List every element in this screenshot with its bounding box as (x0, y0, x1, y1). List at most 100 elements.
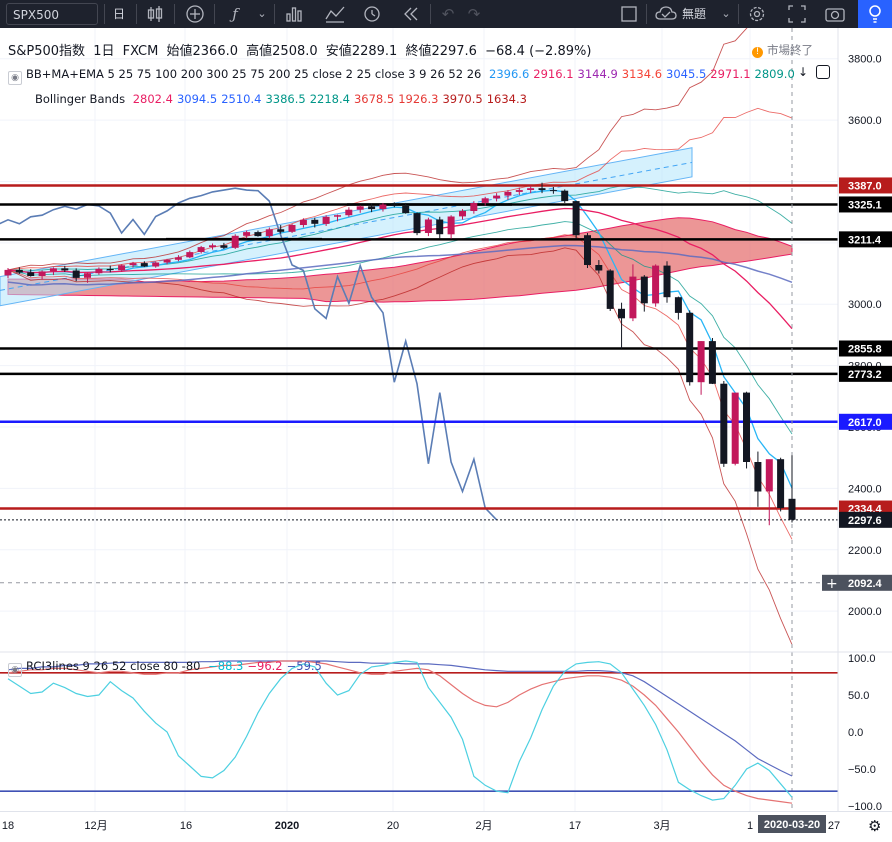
candle-body (595, 265, 603, 271)
time-tick-label: 12月 (84, 820, 107, 832)
rci-line-rci9 (7, 660, 793, 801)
candle-body (163, 259, 171, 263)
candle-body (288, 225, 296, 232)
candle-body (95, 268, 103, 274)
chevron-down-icon[interactable]: ⌄ (720, 2, 732, 26)
price-label: 3387.0 (848, 180, 882, 192)
time-tick-label: 20 (387, 820, 399, 832)
market-status: ! 市場終了 (752, 42, 817, 58)
candle-body (470, 203, 478, 211)
candle-body (4, 269, 12, 276)
eye-icon[interactable]: ◉ (8, 71, 22, 85)
legend-name: Bollinger Bands (35, 92, 126, 106)
time-tick-label: 27 (828, 820, 840, 832)
eye-icon[interactable]: ◉ (8, 663, 22, 677)
rci-tick-label: −100.0 (848, 801, 882, 811)
redo-icon[interactable]: ↷ (466, 2, 482, 26)
camera-icon[interactable] (824, 2, 846, 26)
time-tick-label: 17 (569, 820, 581, 832)
candle-body (652, 265, 660, 304)
candle-body (777, 459, 785, 508)
chevron-down-icon[interactable]: ⌄ (256, 2, 268, 26)
candle-body (209, 245, 216, 248)
candle-body (27, 272, 35, 276)
legend-rci: ◉ RCI3lines 9 26 52 close 80 -80 −88.3 −96… (8, 659, 330, 677)
candle-body (118, 265, 126, 271)
high-value: 2508.0 (272, 44, 318, 59)
maximize-icon[interactable] (816, 65, 830, 79)
time-axis[interactable]: 18 12月 16 2020 20 2月 17 3月 1 27 2020-03-20 ⚙ (0, 811, 892, 838)
alert-icon[interactable] (362, 2, 384, 26)
legend-value: −88.3 (208, 659, 244, 673)
layout-icon[interactable] (620, 2, 638, 26)
candle-body (197, 247, 205, 252)
legend-value: 3094.5 (176, 92, 218, 106)
collapse-icon[interactable]: ↓ (796, 65, 810, 79)
fx-icon[interactable]: ƒ (226, 2, 244, 26)
candle-body (584, 235, 591, 265)
candle-body (561, 190, 569, 202)
rci-line-rci26 (7, 660, 793, 804)
fullscreen-icon[interactable] (786, 2, 808, 26)
indicator-icon[interactable] (324, 2, 346, 26)
candles-icon[interactable] (146, 2, 164, 26)
price-label: 3211.4 (848, 234, 882, 246)
legend-value: 3134.6 (621, 67, 663, 81)
toolbar-separator (136, 4, 137, 24)
price-chart[interactable]: 3800.03600.03400.03200.03000.02800.02600… (0, 28, 892, 811)
symbol-search[interactable]: SPX500 (6, 3, 98, 25)
price-label: 2617.0 (848, 417, 882, 429)
candle-body (390, 204, 398, 206)
candle-body (49, 268, 57, 272)
candle-body (243, 232, 251, 236)
candle-body (538, 188, 546, 190)
candle-body (277, 229, 285, 232)
publish-icon[interactable] (858, 0, 892, 28)
legend-value: −59.5 (286, 659, 322, 673)
legend-value: 3678.5 (353, 92, 395, 106)
candle-body (152, 262, 160, 267)
legend-values: 2396.6 2916.1 3144.9 3134.6 3045.5 2971.1 2809… (489, 67, 799, 81)
candle-body (15, 269, 23, 273)
rci-tick-label: 100.0 (848, 653, 876, 665)
bar-chart-icon[interactable] (284, 2, 304, 26)
interval-button[interactable]: 日 (113, 2, 127, 26)
legend-values: 2802.4 3094.5 2510.4 3386.5 2218.4 3678.5 1926… (133, 92, 531, 106)
legend-value: 3144.9 (577, 67, 618, 81)
undo-icon[interactable]: ↶ (440, 2, 456, 26)
candle-body (549, 190, 557, 192)
candle-body (254, 232, 262, 237)
candle-body (322, 216, 330, 224)
candle-body (299, 219, 307, 225)
high-label: 高値 (246, 44, 273, 59)
settings-icon[interactable] (746, 2, 768, 26)
time-tick-label: 16 (180, 820, 192, 832)
settings-icon: ⚙ (868, 817, 881, 835)
legend-value: 3045.5 (666, 67, 707, 81)
candle-body (708, 341, 716, 384)
cloud-icon[interactable] (654, 2, 678, 26)
candle-body (424, 219, 432, 233)
candle-body (743, 392, 750, 462)
candle-body (106, 268, 114, 271)
toolbar-separator (214, 4, 215, 24)
candle-body (38, 271, 46, 276)
layout-name[interactable]: 無題 (682, 2, 706, 26)
add-icon: + (826, 576, 838, 592)
replay-icon[interactable] (402, 2, 420, 26)
toolbar-separator (104, 4, 105, 24)
cursor-date-label: 2020-03-20 (764, 819, 820, 831)
candle-body (697, 341, 705, 383)
price-label: 2855.8 (848, 343, 882, 355)
candle-body (515, 190, 523, 192)
legend-values: −88.3 −96.2 −59.5 (208, 659, 326, 673)
toolbar-separator (174, 4, 175, 24)
price-tick-label: 3000.0 (848, 299, 882, 311)
price-label: 3325.1 (848, 199, 882, 211)
candle-body (413, 213, 421, 234)
candle-body (606, 270, 614, 309)
rci-tick-label: 0.0 (848, 727, 863, 739)
candle-body (720, 383, 728, 464)
low-value: 2289.1 (351, 44, 398, 59)
add-icon[interactable] (185, 2, 205, 26)
